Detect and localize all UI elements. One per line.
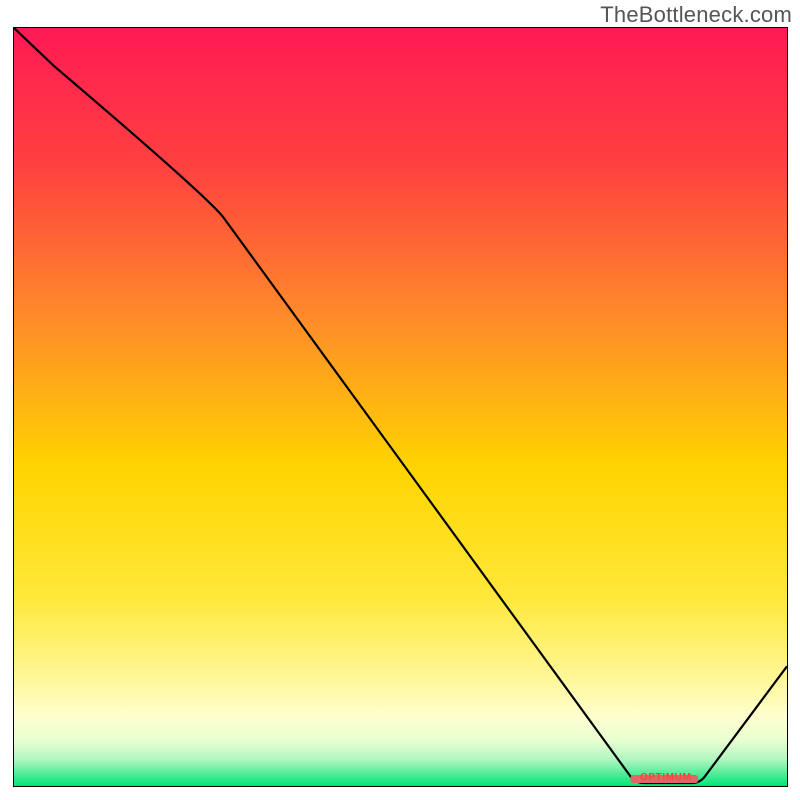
plot-area: [13, 27, 788, 787]
watermark-text: TheBottleneck.com: [600, 2, 792, 28]
chart-svg: [14, 28, 787, 786]
chart-stage: TheBottleneck.com: [0, 0, 800, 800]
gradient-background: [14, 28, 787, 786]
optimum-label: OPTIMUM: [640, 772, 691, 783]
